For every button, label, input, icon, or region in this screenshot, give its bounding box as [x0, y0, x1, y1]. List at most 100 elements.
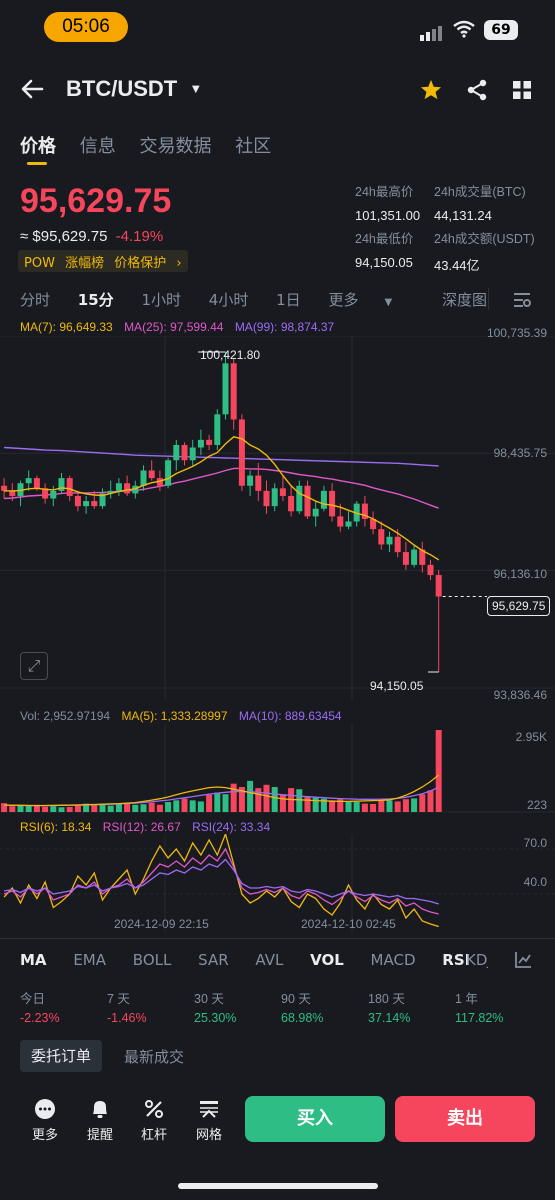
candle-body	[304, 485, 311, 517]
rsi24-line	[3, 858, 439, 905]
candle-body	[214, 414, 221, 445]
return-label: 1 年	[455, 992, 478, 1006]
indicator-sar[interactable]: SAR	[198, 951, 228, 969]
volume-bar	[353, 802, 360, 812]
buy-button[interactable]: 买入	[245, 1096, 385, 1142]
tab-trading-data[interactable]: 交易数据	[139, 136, 211, 157]
status-time: 05:06	[44, 12, 128, 42]
caret-down-icon: ▼	[189, 81, 203, 96]
volume-bar	[140, 804, 147, 812]
return-value: 117.82%	[455, 1011, 504, 1025]
bottom-alert[interactable]: 提醒	[80, 1098, 120, 1143]
rsi12-line	[3, 847, 439, 915]
chart-settings-icon[interactable]	[512, 291, 532, 309]
candle-body	[427, 564, 434, 576]
more-dots-icon	[25, 1098, 65, 1124]
tab-price[interactable]: 价格	[20, 136, 56, 157]
return-value: 68.98%	[281, 1011, 324, 1025]
return-label: 90 天	[281, 992, 311, 1006]
indicator-boll[interactable]: BOLL	[133, 951, 172, 969]
grid-menu-icon[interactable]	[512, 80, 532, 100]
volume-bar	[402, 799, 409, 812]
volume-bar	[107, 805, 114, 812]
candle-body	[279, 488, 286, 496]
volume-bar	[156, 804, 163, 812]
candle-body	[25, 478, 32, 484]
return-label: 180 天	[368, 992, 405, 1006]
interval-1h[interactable]: 1小时	[141, 291, 181, 309]
indicator-macd[interactable]: MACD	[371, 951, 416, 969]
tab-info[interactable]: 信息	[80, 136, 116, 157]
candle-body	[222, 363, 229, 415]
volume-bar	[411, 798, 418, 812]
volume-bar	[148, 802, 155, 812]
interval-1d[interactable]: 1日	[276, 291, 301, 309]
bottom-grid[interactable]: 网格	[189, 1098, 229, 1143]
volume-bar	[378, 800, 385, 812]
tab-latest-trades[interactable]: 最新成交	[124, 1046, 184, 1067]
volume-bar	[25, 805, 32, 812]
ma99-line	[4, 446, 439, 467]
candlestick-chart[interactable]	[0, 336, 555, 700]
tag-pow[interactable]: POW	[24, 256, 55, 271]
low-annotation: 94,150.05	[370, 679, 424, 693]
tab-open-orders[interactable]: 委托订单	[20, 1040, 102, 1072]
volume-bar	[9, 806, 16, 812]
rsi24-label: RSI(24): 33.34	[192, 820, 271, 834]
tab-community[interactable]: 社区	[235, 136, 271, 157]
indicator-vol[interactable]: VOL	[310, 951, 344, 969]
interval-15m[interactable]: 15分	[78, 291, 114, 309]
indicator-avl[interactable]: AVL	[255, 951, 283, 969]
volume-bar	[91, 804, 98, 812]
bottom-label: 提醒	[86, 1128, 113, 1143]
grid-bot-icon	[189, 1098, 229, 1124]
depth-chart-tab[interactable]: 深度图	[442, 291, 487, 309]
indicator-ma[interactable]: MA	[20, 951, 47, 969]
volume-bar	[132, 804, 139, 812]
interval-4h[interactable]: 4小时	[209, 291, 249, 309]
back-arrow-icon[interactable]	[20, 79, 44, 99]
chart-type-button[interactable]	[488, 946, 555, 976]
candle-body	[173, 444, 180, 461]
indicator-ema[interactable]: EMA	[73, 951, 106, 969]
volume-bar	[419, 794, 426, 812]
return-value: -1.46%	[107, 1011, 147, 1025]
home-indicator	[178, 1183, 378, 1189]
volume-bar	[50, 806, 57, 812]
percent-icon	[134, 1098, 174, 1124]
volume-bar	[66, 807, 73, 812]
return-value: -2.23%	[20, 1011, 60, 1025]
bottom-more[interactable]: 更多	[25, 1098, 65, 1143]
volume-bar	[329, 800, 336, 812]
indicator-kdj[interactable]: KDJ	[466, 951, 488, 969]
share-icon[interactable]	[466, 79, 488, 101]
volume-bar	[394, 801, 401, 812]
candle-body	[206, 439, 213, 445]
sell-button[interactable]: 卖出	[395, 1096, 535, 1142]
volume-bar	[247, 780, 254, 812]
line-chart-icon	[515, 952, 531, 968]
tag-gainers[interactable]: 涨幅榜	[65, 256, 104, 271]
candle-body	[1, 485, 8, 491]
candle-body	[74, 495, 81, 507]
volume-bar	[214, 792, 221, 812]
bottom-margin[interactable]: 杠杆	[134, 1098, 174, 1143]
stat-value: 44,131.24	[434, 208, 492, 223]
interval-more[interactable]: 更多 ▼	[328, 291, 415, 309]
stat-label: 24h成交额(USDT)	[434, 232, 535, 246]
expand-fullscreen-icon[interactable]: ⤢	[20, 652, 48, 680]
interval-timeline[interactable]: 分时	[20, 291, 50, 309]
y-tick: 70.0	[523, 836, 547, 850]
usd-price: ≈ $95,629.75	[20, 228, 108, 245]
candle-body	[148, 470, 155, 479]
favorite-star-icon[interactable]	[420, 79, 442, 100]
bottom-label: 杠杆	[140, 1128, 167, 1143]
y-tick: 40.0	[523, 875, 547, 889]
volume-bar	[74, 805, 81, 812]
pair-selector[interactable]: BTC/USDT ▼	[66, 76, 202, 102]
volume-bar	[115, 804, 122, 812]
tag-price-protection[interactable]: 价格保护	[114, 256, 166, 271]
candle-body	[33, 478, 40, 489]
candle-body	[230, 363, 237, 420]
candle-body	[50, 490, 57, 499]
